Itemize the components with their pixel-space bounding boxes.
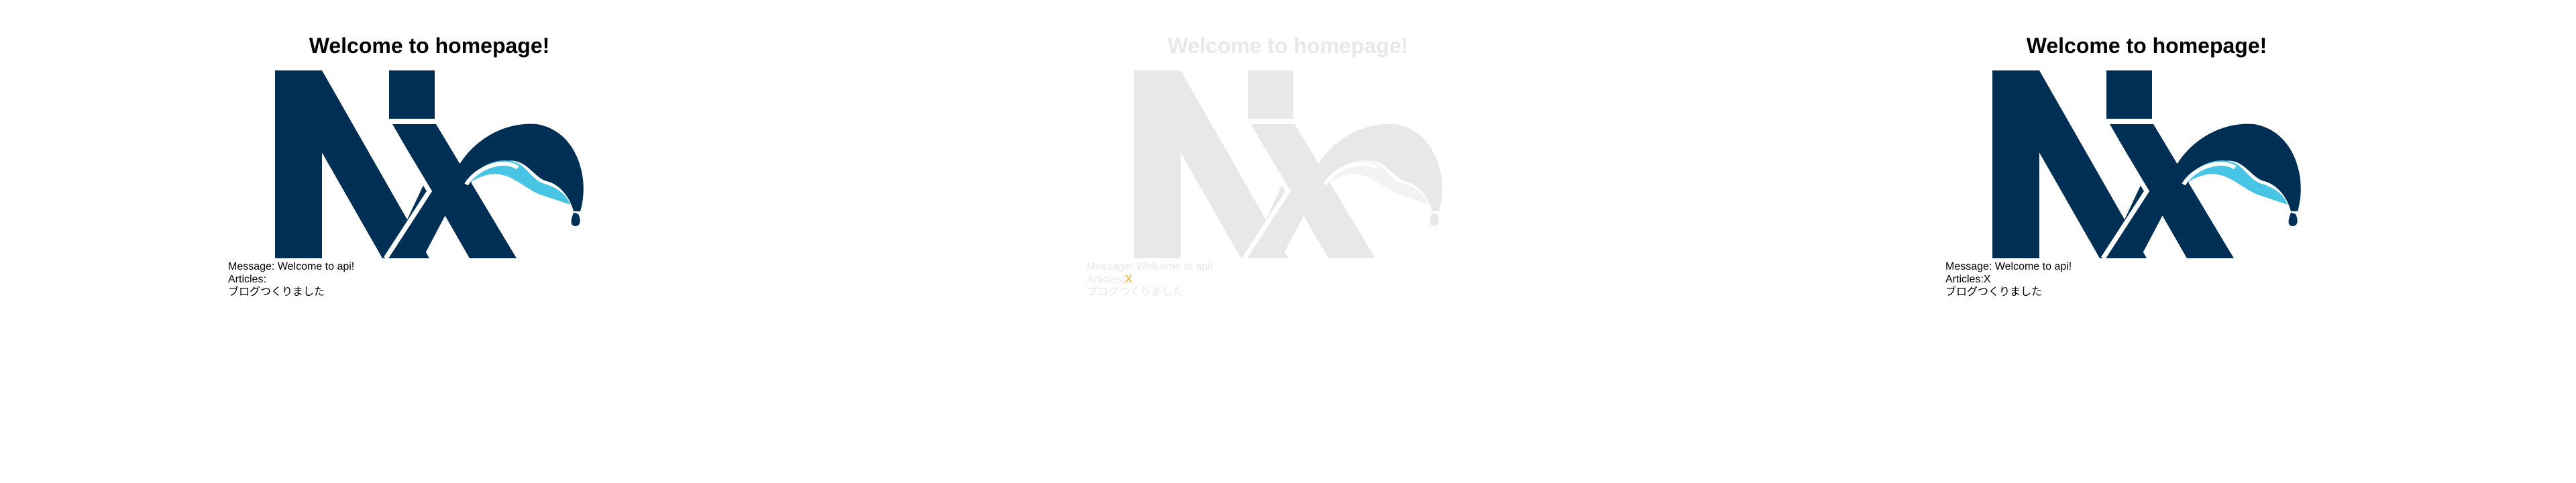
message-value: Welcome to api! (277, 261, 355, 272)
message-row: Message: Welcome to api! (228, 260, 354, 273)
message-value: Welcome to api! (1136, 261, 1214, 272)
screenshot-frames: Welcome to homepage! Message: Welcome to… (0, 0, 2576, 483)
app-frame-2: Welcome to homepage! Message: Welcome to… (859, 0, 1717, 483)
blog-text: ブログつくりました (1945, 286, 2043, 298)
articles-row: Articles: (228, 273, 354, 286)
message-value: Welcome to api! (1994, 261, 2072, 272)
message-label: Message: (228, 261, 278, 272)
page-title: Welcome to homepage! (2026, 34, 2267, 58)
articles-label: Articles: (228, 274, 266, 285)
content-block: Message: Welcome to api! Articles:X ブログつ… (1087, 260, 1213, 299)
blog-text: ブログつくりました (228, 286, 325, 298)
nx-logo-icon (275, 70, 584, 260)
page-title: Welcome to homepage! (309, 34, 550, 58)
page-title: Welcome to homepage! (1167, 34, 1409, 58)
message-label: Message: (1945, 261, 1995, 272)
blog-text: ブログつくりました (1087, 286, 1184, 298)
articles-label: Articles: (1945, 274, 1984, 285)
articles-row: Articles:X (1087, 273, 1213, 286)
nx-logo-icon (1992, 70, 2301, 260)
message-row: Message: Welcome to api! (1945, 260, 2072, 273)
articles-row: Articles:X (1945, 273, 2072, 286)
articles-input[interactable]: X (1125, 274, 1132, 285)
message-label: Message: (1087, 261, 1136, 272)
nx-logo-icon (1134, 70, 1442, 260)
app-frame-3: Welcome to homepage! Message: Welcome to… (1717, 0, 2576, 483)
content-block: Message: Welcome to api! Articles:X ブログつ… (1945, 260, 2072, 299)
articles-input[interactable]: X (1984, 274, 1991, 285)
content-block: Message: Welcome to api! Articles: ブログつく… (228, 260, 354, 299)
app-frame-1: Welcome to homepage! Message: Welcome to… (0, 0, 859, 483)
message-row: Message: Welcome to api! (1087, 260, 1213, 273)
articles-label: Articles: (1087, 274, 1125, 285)
